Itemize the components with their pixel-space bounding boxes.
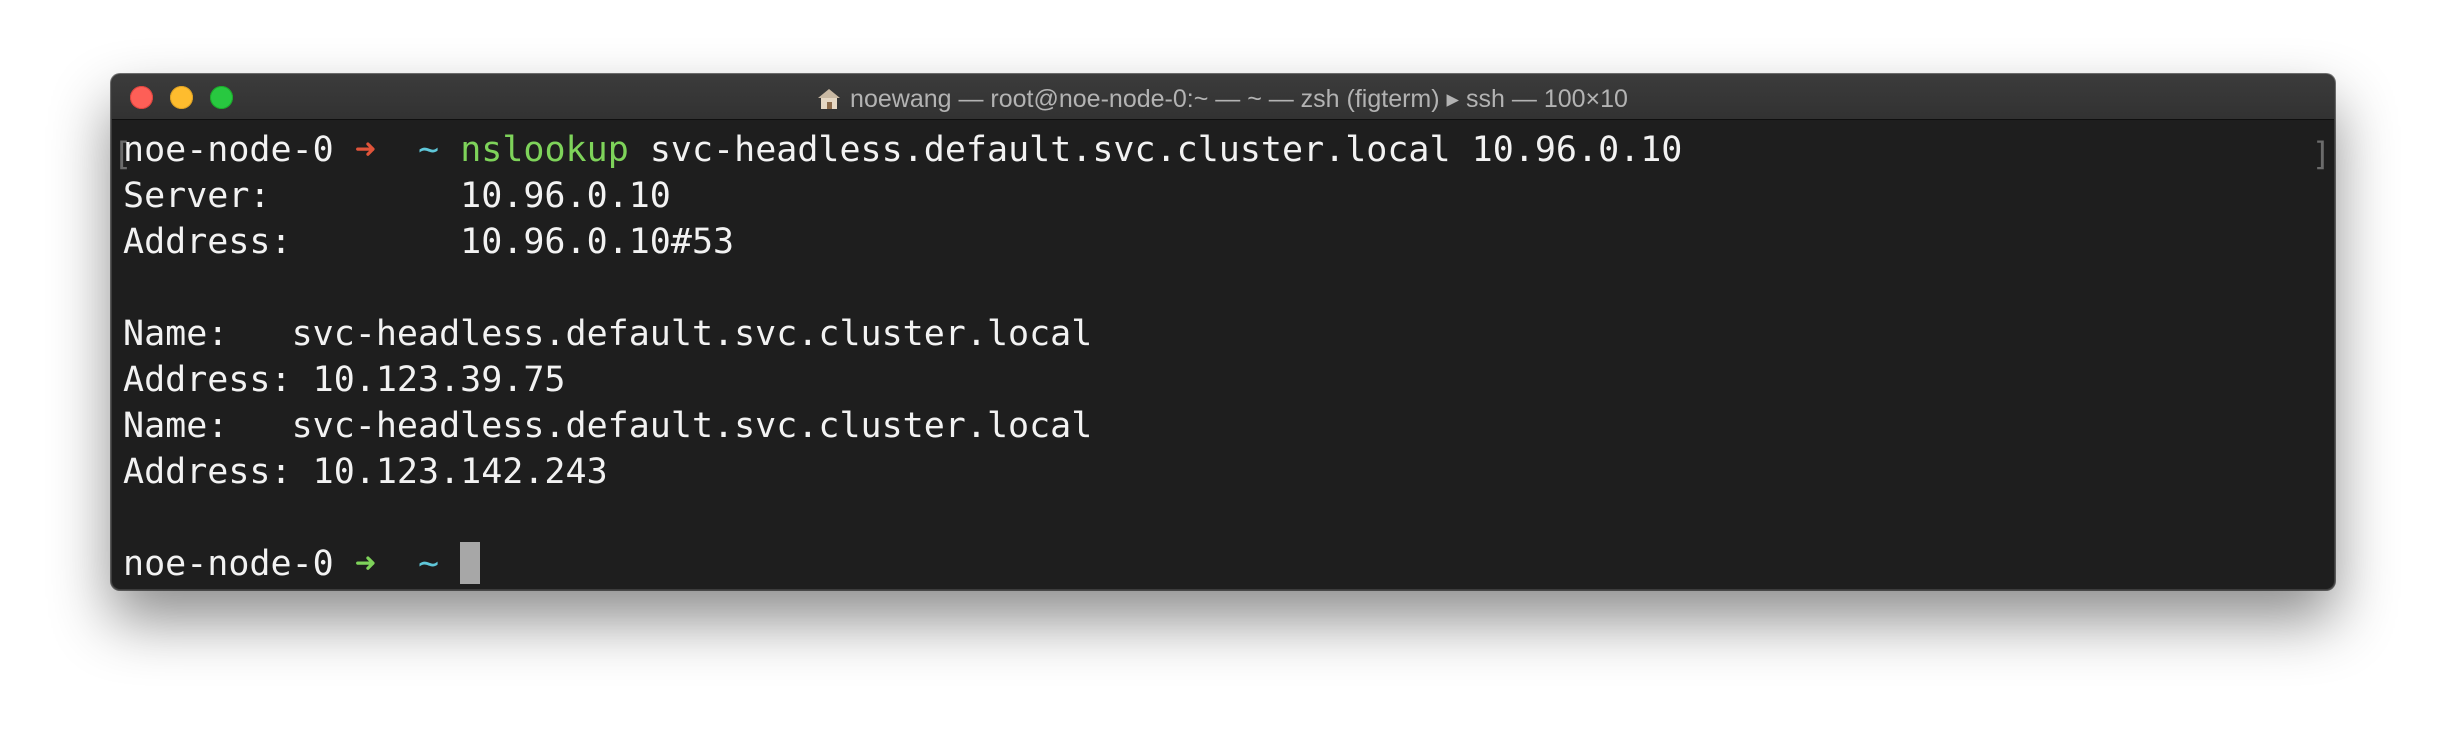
command-name: nslookup (460, 130, 629, 170)
output-line: Server: 10.96.0.10 (123, 176, 671, 216)
prompt-directory: ~ (418, 544, 440, 584)
text-cursor (460, 542, 481, 584)
prompt-directory: ~ (418, 130, 440, 170)
prompt-host: noe-node-0 (123, 130, 334, 170)
command-arguments: svc-headless.default.svc.cluster.local 1… (649, 130, 1683, 170)
output-line: Address: 10.123.142.243 (123, 452, 608, 492)
window-title: noewang — root@noe-node-0:~ — ~ — zsh (f… (850, 85, 1628, 113)
prompt-arrow-success: ➜ (354, 544, 376, 584)
output-line: Address: 10.96.0.10#53 (123, 222, 735, 262)
terminal-content[interactable]: noe-node-0 ➜ ~ nslookup svc-headless.def… (123, 127, 2334, 589)
output-line: Name: svc-headless.default.svc.cluster.l… (123, 406, 1093, 446)
prompt-arrow-error: ➜ (354, 130, 376, 170)
home-icon (818, 89, 841, 109)
output-line: Address: 10.123.39.75 (123, 360, 566, 400)
prompt-line[interactable]: noe-node-0 ➜ ~ (123, 541, 2334, 587)
title-bar[interactable]: noewang — root@noe-node-0:~ — ~ — zsh (f… (112, 75, 2334, 120)
output-line: Name: svc-headless.default.svc.cluster.l… (123, 314, 1093, 354)
prompt-host: noe-node-0 (123, 544, 334, 584)
command-line: noe-node-0 ➜ ~ nslookup svc-headless.def… (123, 127, 2334, 173)
terminal-window: noewang — root@noe-node-0:~ — ~ — zsh (f… (111, 74, 2335, 590)
window-title-container: noewang — root@noe-node-0:~ — ~ — zsh (f… (112, 84, 2334, 114)
